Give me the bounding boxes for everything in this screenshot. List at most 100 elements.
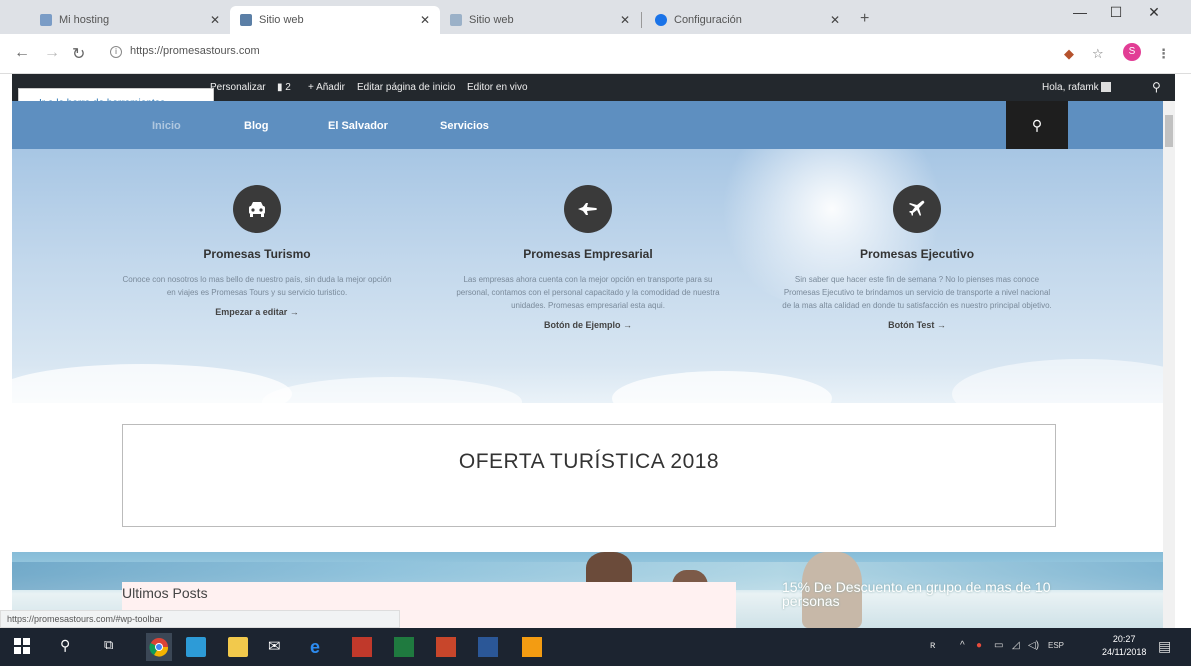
tab-mi-hosting[interactable]: Mi hosting ✕ (30, 6, 230, 34)
search-icon[interactable]: ⚲ (1152, 80, 1161, 94)
back-arrow-icon[interactable]: ← (14, 44, 30, 62)
search-icon: ⚲ (1031, 117, 1043, 133)
site-favicon (450, 14, 462, 26)
live-editor-link[interactable]: Editor en vivo (467, 82, 528, 93)
clock-date: 24/11/2018 (1102, 647, 1147, 657)
close-icon[interactable]: ✕ (620, 13, 630, 27)
tab-label: Mi hosting (59, 14, 110, 26)
close-icon[interactable]: ✕ (830, 13, 840, 27)
powerpoint-icon[interactable] (436, 637, 456, 657)
service-card-turismo: Promesas Turismo Conoce con nosotros lo … (112, 185, 402, 317)
add-new-label: Añadir (316, 82, 345, 93)
close-window-button[interactable]: ✕ (1134, 4, 1174, 21)
info-icon[interactable]: i (110, 46, 122, 58)
plus-icon: + (308, 82, 314, 93)
address-bar-row: ← → ↻ i https://promesastours.com ◆ ☆ S ⋮ (0, 34, 1191, 74)
tab-label: Configuración (674, 14, 742, 26)
browser-status-bar: https://promesastours.com/#wp-toolbar (0, 610, 400, 628)
nav-item-el-salvador[interactable]: El Salvador (328, 120, 388, 132)
notification-icon[interactable]: ▤ (1158, 638, 1171, 655)
url-field[interactable]: i https://promesastours.com (110, 45, 260, 58)
taskbar-clock[interactable]: 20:27 24/11/2018 (1102, 633, 1146, 659)
service-text: Sin saber que hacer este fin de semana ?… (782, 275, 1052, 310)
site-navigation: Inicio Blog El Salvador Servicios ⚲ (12, 101, 1163, 149)
tab-sitio-web-active[interactable]: Sitio web ✕ (230, 6, 440, 34)
service-link[interactable]: Botón Test → (772, 320, 1062, 330)
edge-icon[interactable]: e (310, 637, 330, 657)
offer-section: OFERTA TURÍSTICA 2018 (122, 424, 1056, 527)
reload-icon[interactable]: ↻ (72, 44, 85, 64)
volume-icon[interactable]: ◁) (1028, 640, 1039, 651)
discount-banner-text: 15% De Descuento en grupo de mas de 10 p… (782, 579, 1051, 609)
comments-count: 2 (285, 82, 291, 93)
latest-posts-title: Ultimos Posts (122, 585, 208, 601)
service-link[interactable]: Botón de Ejemplo → (443, 320, 733, 330)
site-favicon (40, 14, 52, 26)
tab-configuracion[interactable]: Configuración ✕ (645, 6, 850, 34)
plane-takeoff-icon (564, 185, 612, 233)
windows-start-icon[interactable] (14, 638, 34, 658)
cloud (612, 371, 832, 403)
extension-icon[interactable]: ◆ (1064, 46, 1074, 62)
site-search-button[interactable]: ⚲ (1006, 101, 1068, 149)
add-new-link[interactable]: + Añadir (308, 82, 345, 93)
app-icon[interactable] (522, 637, 542, 657)
close-icon[interactable]: ✕ (420, 13, 430, 27)
antivirus-icon[interactable]: ● (976, 640, 982, 651)
nav-item-blog[interactable]: Blog (244, 120, 268, 132)
folder-icon[interactable] (228, 637, 248, 657)
customize-link[interactable]: Personalizar (210, 82, 266, 93)
task-view-icon[interactable]: ⧉ (104, 637, 124, 657)
service-title: Promesas Empresarial (523, 247, 653, 261)
hero-section: Promesas Turismo Conoce con nosotros lo … (12, 149, 1163, 403)
tab-divider (641, 12, 642, 28)
menu-dots-icon[interactable]: ⋮ (1157, 46, 1170, 62)
forward-arrow-icon[interactable]: → (44, 44, 60, 62)
store-icon[interactable]: ✉ (268, 637, 288, 657)
site-favicon (240, 14, 252, 26)
edit-home-link[interactable]: Editar página de inicio (357, 82, 455, 93)
service-card-ejecutivo: Promesas Ejecutivo Sin saber que hacer e… (772, 185, 1062, 330)
nav-item-inicio[interactable]: Inicio (152, 120, 181, 132)
tab-label: Sitio web (469, 14, 514, 26)
maximize-button[interactable]: ☐ (1096, 4, 1136, 21)
profile-avatar[interactable]: S (1123, 43, 1141, 61)
cloud (12, 364, 292, 403)
search-icon[interactable]: ⚲ (60, 637, 80, 657)
comment-icon: ▮ (277, 82, 283, 93)
close-icon[interactable]: ✕ (210, 13, 220, 27)
nav-item-servicios[interactable]: Servicios (440, 120, 489, 132)
battery-icon[interactable]: ▭ (994, 640, 1003, 651)
app-icon[interactable] (352, 637, 372, 657)
minimize-button[interactable]: — (1060, 4, 1100, 20)
clock-time: 20:27 (1112, 634, 1136, 644)
chrome-taskbar-icon[interactable] (146, 633, 172, 661)
tab-sitio-web[interactable]: Sitio web ✕ (440, 6, 640, 34)
network-icon[interactable]: ◿ (1012, 640, 1020, 651)
explorer-icon[interactable] (186, 637, 206, 657)
word-icon[interactable] (478, 637, 498, 657)
cloud (952, 359, 1163, 403)
chevron-up-icon[interactable]: ^ (960, 640, 965, 651)
user-greeting-text: Hola, rafamk (1042, 82, 1099, 93)
people-icon[interactable]: ʀ (930, 640, 935, 651)
tab-label: Sitio web (259, 14, 304, 26)
excel-icon[interactable] (394, 637, 414, 657)
service-link[interactable]: Empezar a editar → (112, 307, 402, 317)
service-text: Las empresas ahora cuenta con la mejor o… (456, 275, 720, 310)
user-avatar (1101, 82, 1112, 93)
airplane-icon (893, 185, 941, 233)
browser-tab-strip: Mi hosting ✕ Sitio web ✕ Sitio web ✕ Con… (0, 0, 1191, 34)
user-greeting[interactable]: Hola, rafamk (1042, 82, 1112, 93)
page-scrollbar[interactable] (1163, 101, 1175, 628)
scrollbar-thumb[interactable] (1165, 115, 1173, 147)
windows-taskbar: ⚲ ⧉ ✉ e ʀ ^ ● ▭ ◿ ◁) ESP 20:27 24/11/201… (0, 628, 1191, 666)
new-tab-button[interactable]: + (860, 10, 869, 28)
offer-title: OFERTA TURÍSTICA 2018 (458, 450, 720, 473)
car-icon (233, 185, 281, 233)
language-indicator[interactable]: ESP (1048, 641, 1064, 650)
service-title: Promesas Ejecutivo (859, 247, 975, 261)
comments-link[interactable]: ▮ 2 (277, 82, 291, 93)
url-text: https://promesastours.com (130, 45, 260, 57)
bookmark-star-icon[interactable]: ☆ (1092, 46, 1104, 62)
